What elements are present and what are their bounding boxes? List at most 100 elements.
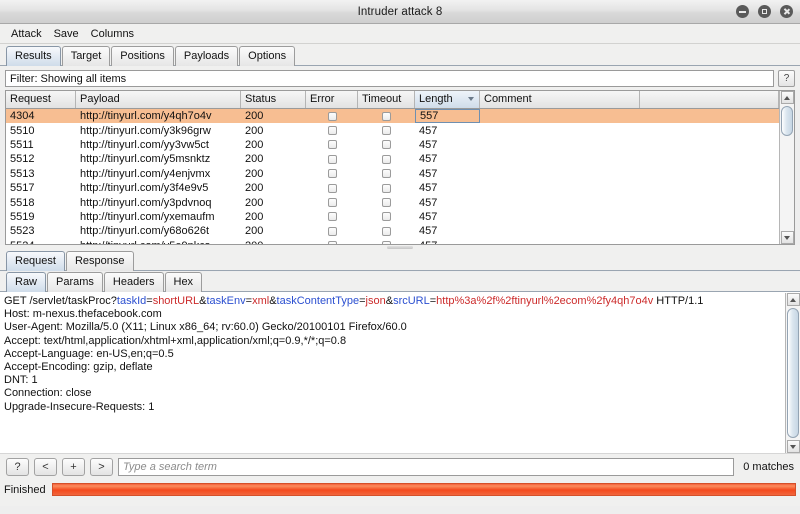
table-row[interactable]: 5519 http://tinyurl.com/yxemaufm 200 457 [6,210,779,224]
filter-help-icon[interactable]: ? [778,70,795,87]
filter-bar[interactable]: Filter: Showing all items [5,70,774,87]
column-header-request[interactable]: Request [6,91,76,108]
cell-request: 5510 [10,124,35,137]
menu-item-attack[interactable]: Attack [6,27,47,41]
splitter-grip[interactable] [387,246,413,249]
table-row[interactable]: 5524http://tinyurl.com/y5e9pkcs200 457 [6,239,779,244]
request-header-line: Accept: text/html,application/xhtml+xml,… [4,334,347,347]
table-row[interactable]: 5513 http://tinyurl.com/y4enjvmx 200 457 [6,167,779,181]
tab-raw[interactable]: Raw [6,272,47,292]
sort-descending-icon [468,97,474,101]
request-scroll-down-arrow-icon[interactable] [786,440,800,453]
menu-item-save[interactable]: Save [49,27,84,41]
minimize-button[interactable] [736,5,749,18]
request-header-line: User-Agent: Mozilla/5.0 (X11; Linux x86_… [4,321,407,334]
request-scroll-thumb[interactable] [786,308,799,438]
tab-positions[interactable]: Positions [111,46,174,66]
cell-payload: http://tinyurl.com/y3f4e9v5 [80,182,209,195]
request-scroll-track[interactable] [785,306,800,440]
timeout-checkbox[interactable] [382,111,391,121]
error-checkbox[interactable] [327,212,337,222]
column-header-timeout[interactable]: Timeout [358,91,415,108]
table-row[interactable]: 5510 http://tinyurl.com/y3k96grw 200 457 [6,123,779,137]
error-checkbox[interactable] [327,169,337,179]
table-row[interactable]: 5523 http://tinyurl.com/y68o626t 200 457 [6,224,779,238]
error-checkbox[interactable] [327,140,337,150]
cell-length: 457 [419,138,438,151]
error-checkbox[interactable] [327,154,337,164]
error-checkbox[interactable] [327,226,337,236]
tab-params[interactable]: Params [47,272,103,292]
tab-headers[interactable]: Headers [103,272,164,292]
scroll-down-arrow-icon[interactable] [780,231,794,244]
timeout-checkbox[interactable] [382,126,391,136]
table-row[interactable]: 4304 http://tinyurl.com/y4qh7o4v 200 557 [6,109,779,124]
table-row[interactable]: 5512 http://tinyurl.com/y5msnktz 200 457 [6,152,779,166]
request-scroll-up-arrow-icon[interactable] [786,293,800,306]
search-prev-button[interactable]: < [34,458,57,476]
timeout-checkbox[interactable] [382,169,391,179]
close-button[interactable] [780,5,793,18]
timeout-checkbox[interactable] [382,226,391,236]
cell-timeout [358,198,415,208]
timeout-checkbox[interactable] [382,183,391,193]
column-header-comment[interactable]: Comment [480,91,640,108]
cell-error [306,241,358,244]
message-tab-strip: Request Response [0,251,800,271]
cell-status: 200 [241,239,306,244]
tab-hex[interactable]: Hex [164,272,203,292]
results-vertical-scrollbar[interactable] [779,91,794,244]
timeout-checkbox[interactable] [382,198,391,208]
request-editor-text[interactable]: GET /servlet/taskProc?taskId=shortURL&ta… [0,293,785,453]
search-next-button[interactable]: > [90,458,113,476]
request-header-line: Upgrade-Insecure-Requests: 1 [4,400,155,413]
request-token-plain: & [269,295,277,307]
error-checkbox[interactable] [327,241,337,244]
tab-response[interactable]: Response [65,251,134,271]
results-scroll-thumb[interactable] [780,106,793,136]
tab-results[interactable]: Results [6,46,61,66]
tab-request[interactable]: Request [6,251,65,271]
table-row[interactable]: 5518 http://tinyurl.com/y3pdvnoq 200 457 [6,195,779,209]
cell-length: 457 [415,239,480,244]
results-table: Request Payload Status Error Timeout Length Co… [5,90,795,245]
error-checkbox[interactable] [327,111,337,121]
column-header-length[interactable]: Length [415,91,480,108]
tab-target[interactable]: Target [61,46,111,66]
search-help-button[interactable]: ? [6,458,29,476]
menu-item-columns[interactable]: Columns [86,27,139,41]
column-header-error[interactable]: Error [306,91,358,108]
request-vertical-scrollbar[interactable] [785,293,800,453]
tab-payloads[interactable]: Payloads [174,46,239,66]
timeout-checkbox[interactable] [382,212,391,222]
column-header-label: Timeout [362,93,402,105]
column-header-status[interactable]: Status [241,91,306,108]
table-row[interactable]: 5517 http://tinyurl.com/y3f4e9v5 200 457 [6,181,779,195]
search-input[interactable]: Type a search term [118,458,735,476]
error-checkbox[interactable] [327,198,337,208]
cell-payload: http://tinyurl.com/y3pdvnoq [80,196,212,209]
results-scroll-track[interactable] [779,104,794,231]
request-token-value: shortURL [152,295,200,307]
search-add-button[interactable]: + [62,458,85,476]
request-token-param: taskEnv [206,295,246,307]
error-checkbox[interactable] [327,183,337,193]
timeout-checkbox[interactable] [382,140,391,150]
timeout-checkbox[interactable] [382,241,391,244]
bottom-filler [0,499,800,506]
table-row[interactable]: 5511 http://tinyurl.com/yy3vw5ct 200 457 [6,138,779,152]
cell-length: 457 [419,225,438,238]
column-header-payload[interactable]: Payload [76,91,241,108]
search-match-count: 0 matches [743,461,794,473]
maximize-button[interactable] [758,5,771,18]
timeout-checkbox[interactable] [382,154,391,164]
tab-options[interactable]: Options [239,46,296,66]
error-checkbox[interactable] [327,126,337,136]
request-token-plain: HTTP/1.1 [653,295,704,307]
cell-timeout [358,183,415,193]
request-token-value: http%3a%2f%2ftinyurl%2ecom%2fy4qh7o4v [436,295,654,307]
cell-payload: http://tinyurl.com/yy3vw5ct [80,138,209,151]
cell-length: 457 [419,210,438,223]
scroll-up-arrow-icon[interactable] [780,91,794,104]
intruder-attack-window: Intruder attack 8 Attack Save Columns Re… [0,0,800,514]
